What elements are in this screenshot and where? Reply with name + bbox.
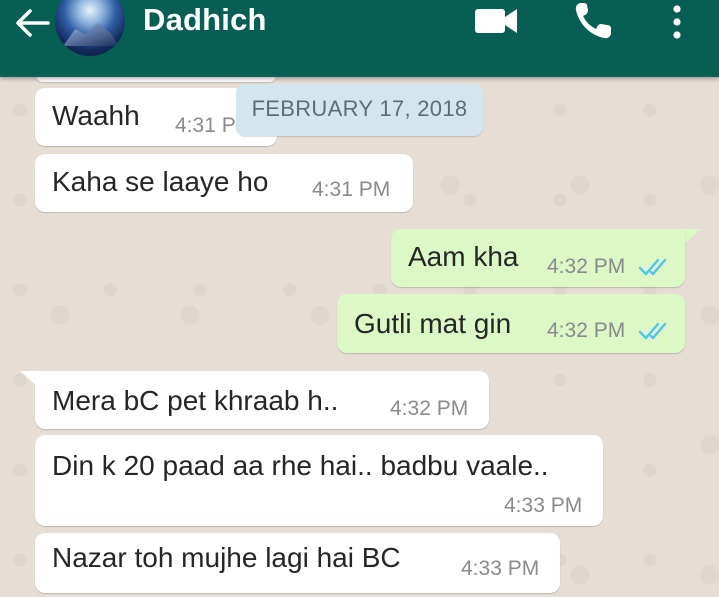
message-time: 4:32 PM xyxy=(547,255,626,278)
contact-avatar[interactable] xyxy=(55,0,125,56)
date-label: FEBRUARY 17, 2018 xyxy=(251,96,468,121)
read-receipt-icon xyxy=(638,322,667,340)
date-chip: FEBRUARY 17, 2018 xyxy=(236,84,483,136)
message-time: 4:33 PM xyxy=(461,557,540,580)
message-text: Nazar toh mujhe lagi hai BC xyxy=(52,542,401,573)
message-bubble[interactable]: Kaha se laaye ho 4:31 PM xyxy=(35,154,413,212)
read-receipt-icon xyxy=(638,258,667,276)
arrow-left-icon[interactable] xyxy=(12,8,52,38)
message-text: Kaha se laaye ho xyxy=(52,166,269,197)
message-text: Mera bC pet khraab h.. xyxy=(52,385,339,416)
message-bubble[interactable]: Gutli mat gin 4:32 PM xyxy=(337,294,685,353)
bubble-tail xyxy=(683,229,701,245)
message-time: 4:33 PM xyxy=(504,494,583,517)
message-bubble[interactable]: Aam kha 4:32 PM xyxy=(391,229,685,287)
phone-icon[interactable] xyxy=(572,0,616,42)
message-bubble[interactable]: Nazar toh mujhe lagi hai BC 4:33 PM xyxy=(35,533,560,593)
contact-name[interactable]: Dadhich xyxy=(143,2,267,38)
message-bubble[interactable]: Din k 20 paad aa rhe hai.. badbu vaale..… xyxy=(35,435,603,526)
message-text: Gutli mat gin xyxy=(354,308,512,339)
message-text: Aam kha xyxy=(408,241,519,272)
message-time: 4:31 PM xyxy=(312,178,391,201)
message-text: Waahh xyxy=(52,100,140,131)
message-time: 4:32 PM xyxy=(547,319,626,342)
message-time: 4:32 PM xyxy=(390,397,469,420)
message-text: Din k 20 paad aa rhe hai.. badbu vaale.. xyxy=(52,450,549,481)
video-camera-icon[interactable] xyxy=(472,4,520,38)
message-bubble[interactable]: Mera bC pet khraab h.. 4:32 PM xyxy=(35,371,489,429)
chat-header: Dadhich xyxy=(0,0,719,77)
more-vertical-icon[interactable] xyxy=(663,2,691,42)
